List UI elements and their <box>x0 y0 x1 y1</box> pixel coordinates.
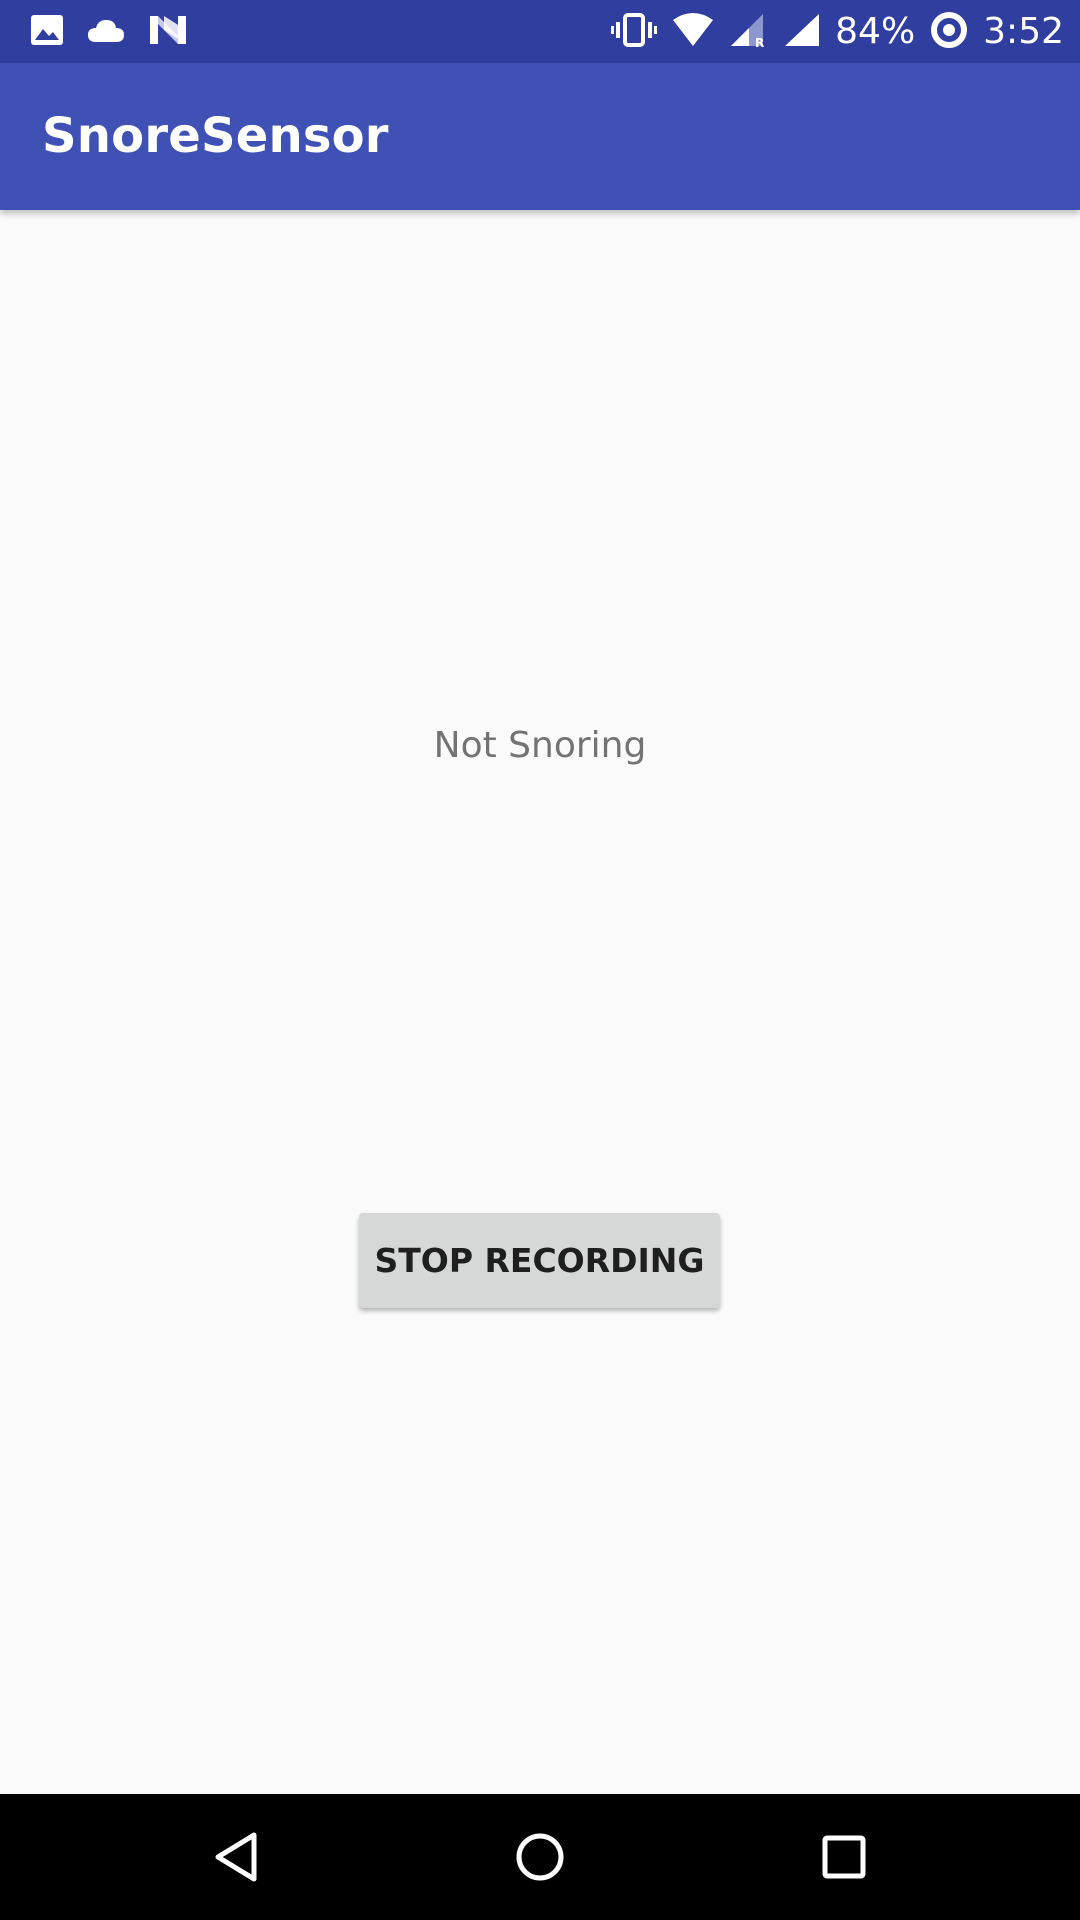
snore-status-label: Not Snoring <box>433 725 647 766</box>
recents-button[interactable] <box>774 1794 914 1920</box>
battery-percent: 84% <box>835 11 916 52</box>
back-button[interactable] <box>167 1794 307 1920</box>
stop-recording-button[interactable]: STOP RECORDING <box>359 1213 720 1308</box>
back-icon <box>215 1832 257 1882</box>
system-icons: R 84% 3:52 <box>597 0 1064 63</box>
cloud-icon <box>86 16 126 48</box>
battery-ring-icon <box>929 10 969 54</box>
notification-icons <box>30 14 210 50</box>
cell-signal-icon <box>783 12 821 52</box>
app-title: SnoreSensor <box>42 108 389 164</box>
svg-text:R: R <box>755 36 764 48</box>
cell-signal-roaming-icon: R <box>729 12 769 52</box>
vibrate-icon <box>611 12 658 51</box>
status-bar: R 84% 3:52 <box>0 0 1080 63</box>
n-notification-icon <box>148 14 188 50</box>
wifi-icon <box>671 12 715 52</box>
navigation-bar <box>0 1794 1080 1920</box>
image-notification-icon <box>30 14 64 50</box>
app-bar: SnoreSensor <box>0 63 1080 210</box>
home-icon <box>516 1833 564 1881</box>
home-button[interactable] <box>470 1794 610 1920</box>
clock: 3:52 <box>983 11 1064 52</box>
recents-icon <box>822 1835 866 1879</box>
